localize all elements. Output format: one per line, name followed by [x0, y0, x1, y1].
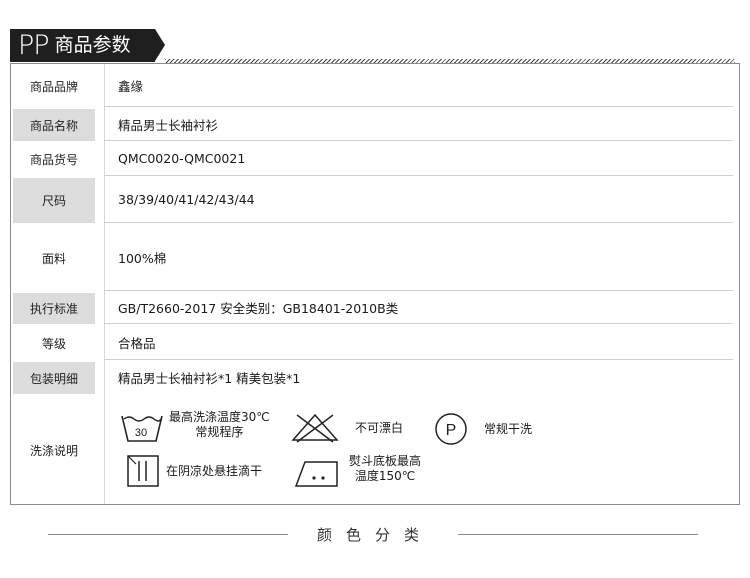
wash-line-2: 常规程序: [195, 425, 244, 439]
iron-line-2: 温度150℃: [354, 469, 416, 483]
shade-drip-dry-icon: [127, 455, 159, 487]
iron-line-1: 熨斗底板最高: [349, 454, 422, 468]
row-label: 尺码: [13, 178, 95, 223]
iron-instruction: 熨斗底板最高 温度150℃: [349, 454, 421, 484]
header-prefix: PP: [18, 30, 50, 61]
row-value: 100%棉: [118, 250, 167, 266]
table-row-grade: 等级 合格品: [11, 324, 739, 360]
table-row-brand: 商品品牌 鑫缘: [11, 64, 739, 107]
row-label: 执行标准: [13, 293, 95, 324]
iron-icon: [294, 461, 338, 487]
section-title: 商品参数: [54, 34, 131, 56]
no-bleach-icon: [291, 413, 339, 443]
row-label: 商品货号: [29, 153, 78, 167]
row-value: 精品男士长袖衬衫*1 精美包装*1: [118, 370, 301, 386]
wash-line-1: 最高洗涤温度30℃: [169, 410, 270, 424]
shade-dry-text: 在阴凉处悬挂滴干: [166, 463, 263, 478]
section-header-tab: PP 商品参数: [10, 29, 155, 62]
table-row-fabric: 面料 100%棉: [11, 223, 739, 291]
row-label: 等级: [41, 336, 66, 351]
row-label: 面料: [41, 251, 66, 266]
dryclean-letter: P: [446, 422, 457, 439]
table-row-name: 商品名称 精品男士长袖衬衫: [11, 107, 739, 141]
table-row-size: 尺码 38/39/40/41/42/43/44: [11, 176, 739, 223]
dryclean-p-icon: P: [435, 413, 467, 445]
washtub-icon: 30: [121, 415, 163, 442]
no-bleach-text: 不可漂白: [355, 420, 404, 435]
care-wash-30: 30 最高洗涤温度30℃ 常规程序: [119, 410, 270, 444]
table-row-item-number: 商品货号 QMC0020-QMC0021: [11, 141, 739, 176]
product-parameter-table: 商品品牌 鑫缘 商品名称 精品男士长袖衬衫 商品货号 QMC0020-QMC00…: [10, 63, 740, 505]
table-row-care: 洗涤说明 30 最高洗涤温度30℃ 常规程序 不可漂白 P 常规干洗 在阴凉处悬…: [11, 394, 739, 504]
row-label: 商品名称: [13, 109, 95, 141]
table-row-package: 包装明细 精品男士长袖衬衫*1 精美包装*1: [11, 360, 739, 394]
care-no-bleach: 不可漂白: [289, 412, 403, 444]
row-label: 洗涤说明: [29, 443, 78, 458]
row-value: 精品男士长袖衬衫: [118, 117, 219, 133]
header-notch: [155, 29, 165, 61]
care-dryclean: P 常规干洗: [434, 412, 532, 446]
table-row-standard: 执行标准 GB/T2660-2017 安全类别：GB18401-2010B类: [11, 291, 739, 324]
care-shade-dry: 在阴凉处悬挂滴干: [126, 454, 262, 488]
row-value: 鑫缘: [118, 79, 144, 94]
row-value: 38/39/40/41/42/43/44: [118, 192, 255, 207]
dryclean-text: 常规干洗: [484, 421, 533, 436]
row-label: 商品品牌: [29, 80, 78, 94]
care-iron: 熨斗底板最高 温度150℃: [293, 454, 421, 488]
wash-instruction: 最高洗涤温度30℃ 常规程序: [169, 410, 270, 440]
row-value: 合格品: [118, 335, 156, 351]
row-value: GB/T2660-2017 安全类别：GB18401-2010B类: [118, 301, 399, 316]
row-label: 包装明细: [13, 362, 95, 394]
row-value: QMC0020-QMC0021: [118, 151, 246, 166]
color-category-title: 颜色分类: [316, 526, 433, 544]
wash-temp-number: 30: [135, 427, 147, 439]
